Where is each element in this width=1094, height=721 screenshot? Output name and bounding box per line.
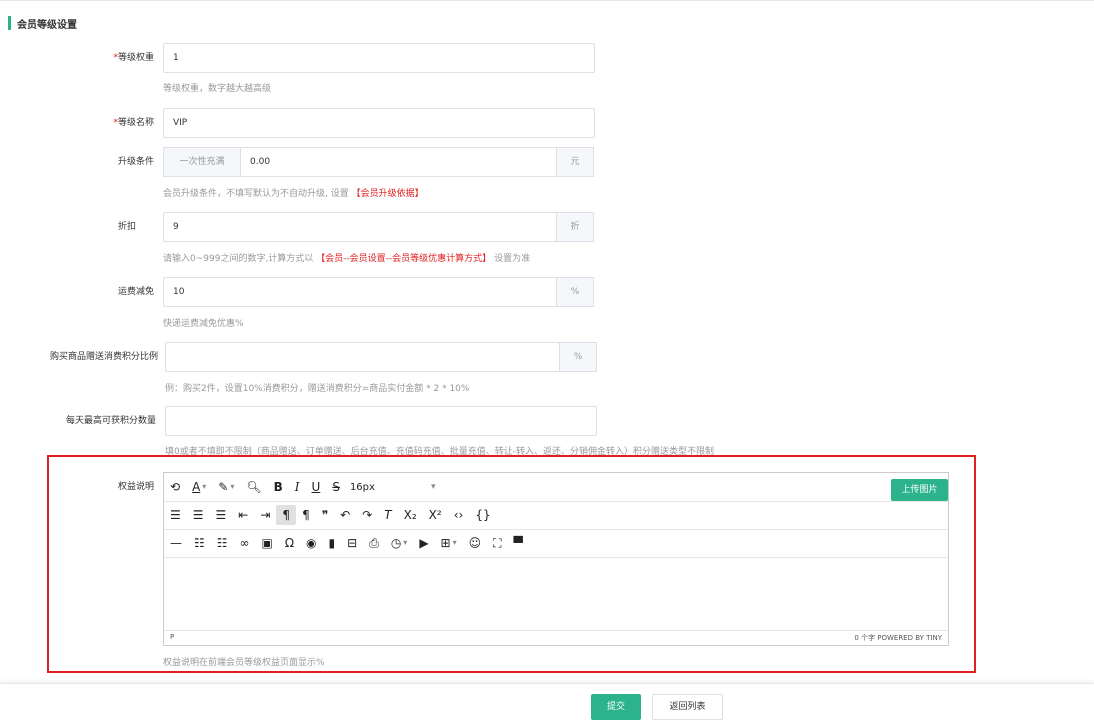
word-count: 0 个字 POWERED BY TINY <box>854 634 942 642</box>
align-right-icon[interactable]: ☰ <box>210 505 233 525</box>
horizontal-rule-icon[interactable]: — <box>164 533 188 553</box>
level-weight-hint: 等级权重，数字越大越高级 <box>163 84 272 94</box>
code-block-icon[interactable]: {} <box>469 505 496 525</box>
ltr-direction-icon[interactable]: ¶ <box>276 505 297 525</box>
rich-text-editor[interactable]: ⟲ A ▾ ✎ ▾ 🔍︎ B I U S 16px ▾ 上传图片 ☰ ☰ ☰ ⇤ ⇥… <box>163 472 949 646</box>
discount-input[interactable]: 9 <box>163 212 557 242</box>
undo-icon[interactable]: ↶ <box>334 505 356 525</box>
upgrade-suffix: 元 <box>556 147 594 177</box>
outdent-icon[interactable]: ⇤ <box>232 505 254 525</box>
subscript-icon[interactable]: X₂ <box>398 505 423 525</box>
history-icon[interactable]: ⟲ <box>164 477 186 497</box>
code-icon[interactable]: ‹› <box>448 505 470 525</box>
editor-statusbar: P 0 个字 POWERED BY TINY <box>164 630 948 645</box>
link-icon[interactable]: ∞ <box>234 533 256 553</box>
upgrade-label: 升级条件 <box>117 157 154 167</box>
font-size-select[interactable]: 16px <box>350 482 375 493</box>
format-painter-icon[interactable]: ▀ <box>508 533 529 553</box>
numbered-list-icon[interactable]: ☷ <box>211 533 234 553</box>
image-icon[interactable]: ▣ <box>256 533 279 553</box>
level-weight-label: *等级权重 <box>113 53 154 63</box>
search-icon[interactable]: 🔍︎ <box>240 477 267 497</box>
benefits-label: 权益说明 <box>117 482 154 492</box>
fullscreen-icon[interactable]: ⛶ <box>487 533 507 553</box>
italic-icon[interactable]: I <box>289 477 306 497</box>
upgrade-hint: 会员升级条件，不填写默认为不自动升级, 设置 【会员升级依据】 <box>163 189 424 199</box>
discount-method-link[interactable]: 【会员--会员设置--会员等级优惠计算方式】 <box>316 254 491 264</box>
purchase-points-label: 购买商品赠送消费积分比例 <box>49 352 158 362</box>
editor-content-area[interactable] <box>164 557 948 631</box>
section-title: 会员等级设置 <box>17 19 77 31</box>
underline-icon[interactable]: U <box>306 477 327 497</box>
daily-points-label: 每天最高可获积分数量 <box>65 416 156 426</box>
purchase-points-hint: 例：购买2件，设置10%消费积分，赠送消费积分=商品实付金额 * 2 * 10% <box>165 384 470 394</box>
editor-toolbar-row-3: — ☷ ☷ ∞ ▣ Ω ◉ ▮ ⊟ ⎙ ◷ ▾ ▶ ⊞ ▾ ☺ ⛶ ▀ <box>164 529 948 558</box>
redo-icon[interactable]: ↷ <box>356 505 378 525</box>
font-size-chevron-icon[interactable]: ▾ <box>431 482 436 492</box>
special-char-icon[interactable]: Ω <box>279 533 300 553</box>
rtl-direction-icon[interactable]: ¶ <box>296 505 316 525</box>
chevron-down-icon[interactable]: ▾ <box>403 533 407 553</box>
level-name-input[interactable]: VIP <box>163 108 595 138</box>
section-accent-bar <box>8 16 11 30</box>
page-break-icon[interactable]: ⊟ <box>341 533 363 553</box>
align-center-icon[interactable]: ☰ <box>187 505 210 525</box>
media-icon[interactable]: ▶ <box>413 533 434 553</box>
top-divider <box>0 0 1094 1</box>
footer-bar: 提交 返回列表 <box>0 683 1094 721</box>
upgrade-basis-link[interactable]: 【会员升级依据】 <box>352 189 424 199</box>
section-header: 会员等级设置 <box>8 14 77 32</box>
preview-icon[interactable]: ◉ <box>300 533 322 553</box>
blockquote-icon[interactable]: ❞ <box>316 505 334 525</box>
superscript-icon[interactable]: X² <box>423 505 448 525</box>
bookmark-icon[interactable]: ▮ <box>323 533 342 553</box>
highlight-color-icon[interactable]: ✎ ▾ <box>212 477 240 497</box>
editor-toolbar-row-1: ⟲ A ▾ ✎ ▾ 🔍︎ B I U S 16px ▾ 上传图片 <box>164 473 948 502</box>
print-icon[interactable]: ⎙ <box>363 533 385 553</box>
level-weight-input[interactable]: 1 <box>163 43 595 73</box>
bullet-list-icon[interactable]: ☷ <box>188 533 211 553</box>
clock-icon[interactable]: ◷ ▾ <box>385 533 414 553</box>
upgrade-input[interactable]: 0.00 <box>240 147 557 177</box>
discount-label: 折扣 <box>117 222 136 232</box>
font-color-icon[interactable]: A ▾ <box>186 477 212 497</box>
chevron-down-icon[interactable]: ▾ <box>202 477 206 497</box>
shipping-hint: 快递运费减免优惠% <box>163 319 244 329</box>
shipping-label: 运费减免 <box>117 287 154 297</box>
chevron-down-icon[interactable]: ▾ <box>453 533 457 553</box>
benefits-hint: 权益说明在前端会员等级权益页面显示% <box>163 658 325 668</box>
discount-hint: 请输入0~999之间的数字,计算方式以 【会员--会员设置--会员等级优惠计算方… <box>163 254 531 264</box>
submit-button[interactable]: 提交 <box>591 694 641 720</box>
purchase-points-suffix: % <box>559 342 597 372</box>
upload-image-button[interactable]: 上传图片 <box>891 479 948 501</box>
indent-icon[interactable]: ⇥ <box>254 505 276 525</box>
purchase-points-input[interactable] <box>165 342 560 372</box>
clear-format-icon[interactable]: T <box>378 505 397 525</box>
shipping-input[interactable]: 10 <box>163 277 557 307</box>
strikethrough-icon[interactable]: S <box>326 477 346 497</box>
editor-toolbar-row-2: ☰ ☰ ☰ ⇤ ⇥ ¶ ¶ ❞ ↶ ↷ T X₂ X² ‹› {} <box>164 501 948 530</box>
emoji-icon[interactable]: ☺ <box>463 533 488 553</box>
bold-icon[interactable]: B <box>268 477 289 497</box>
back-to-list-button[interactable]: 返回列表 <box>652 694 723 720</box>
level-name-label: *等级名称 <box>113 118 154 128</box>
table-icon[interactable]: ⊞ ▾ <box>435 533 463 553</box>
daily-points-input[interactable] <box>165 406 597 436</box>
chevron-down-icon[interactable]: ▾ <box>230 477 234 497</box>
align-left-icon[interactable]: ☰ <box>164 505 187 525</box>
upgrade-prefix: 一次性充满 <box>163 147 240 177</box>
shipping-suffix: % <box>556 277 594 307</box>
discount-suffix: 折 <box>556 212 594 242</box>
element-path: P <box>170 633 175 641</box>
